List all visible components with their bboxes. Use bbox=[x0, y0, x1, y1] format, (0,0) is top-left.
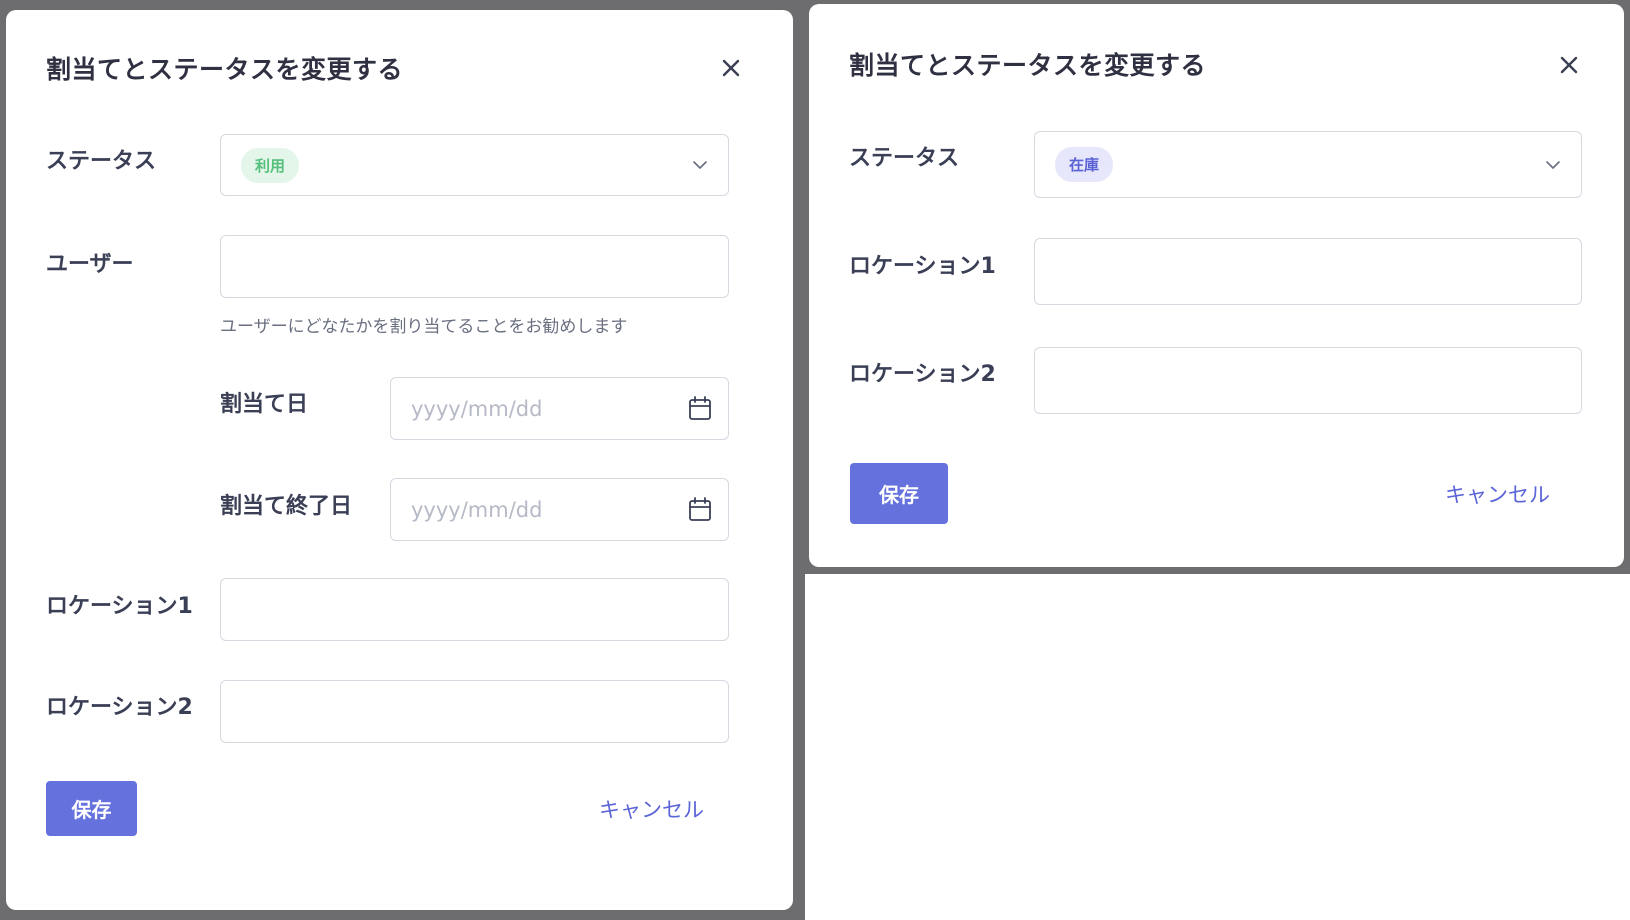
location2-input[interactable] bbox=[1034, 347, 1582, 414]
close-icon bbox=[1560, 56, 1578, 74]
calendar-icon[interactable] bbox=[688, 395, 712, 422]
status-select[interactable]: 在庫 bbox=[1034, 131, 1582, 198]
status-badge: 在庫 bbox=[1055, 147, 1114, 182]
location1-input[interactable] bbox=[1034, 238, 1582, 305]
status-label: ステータス bbox=[46, 149, 157, 174]
save-button[interactable]: 保存 bbox=[46, 781, 137, 836]
chevron-down-icon bbox=[1546, 160, 1560, 169]
user-help-text: ユーザーにどなたかを割り当てることをお勧めします bbox=[220, 317, 628, 337]
location2-label: ロケーション2 bbox=[849, 362, 996, 387]
chevron-down-icon bbox=[693, 161, 707, 169]
assign-end-date-placeholder: yyyy/mm/dd bbox=[411, 497, 543, 522]
close-button[interactable] bbox=[1554, 50, 1584, 80]
close-icon bbox=[722, 59, 740, 77]
status-badge: 利用 bbox=[241, 147, 300, 183]
location2-input[interactable] bbox=[220, 680, 729, 743]
dialog-title: 割当てとステータスを変更する bbox=[46, 55, 404, 84]
assign-end-date-label: 割当て終了日 bbox=[220, 494, 353, 519]
location1-label: ロケーション1 bbox=[46, 594, 193, 619]
change-assignment-dialog-left: 割当てとステータスを変更する ステータス 利用 ユーザー ユーザーにどなたかを割… bbox=[6, 10, 793, 910]
calendar-icon[interactable] bbox=[688, 496, 712, 523]
assign-end-date-input[interactable]: yyyy/mm/dd bbox=[390, 478, 729, 541]
change-assignment-dialog-right: 割当てとステータスを変更する ステータス 在庫 ロケーション1 ロケーション2 … bbox=[809, 4, 1624, 567]
cancel-button[interactable]: キャンセル bbox=[1445, 479, 1550, 509]
status-select[interactable]: 利用 bbox=[220, 134, 729, 196]
status-label: ステータス bbox=[849, 146, 960, 171]
dialog-title: 割当てとステータスを変更する bbox=[849, 51, 1207, 80]
location1-label: ロケーション1 bbox=[849, 254, 996, 279]
location1-input[interactable] bbox=[220, 578, 729, 641]
assign-date-placeholder: yyyy/mm/dd bbox=[411, 396, 543, 421]
close-button[interactable] bbox=[716, 53, 746, 83]
location2-label: ロケーション2 bbox=[46, 695, 193, 720]
save-button[interactable]: 保存 bbox=[850, 463, 948, 524]
cancel-button[interactable]: キャンセル bbox=[599, 794, 704, 824]
assign-date-input[interactable]: yyyy/mm/dd bbox=[390, 377, 729, 440]
user-input[interactable] bbox=[220, 235, 729, 298]
user-label: ユーザー bbox=[46, 252, 134, 277]
assign-date-label: 割当て日 bbox=[220, 392, 309, 417]
